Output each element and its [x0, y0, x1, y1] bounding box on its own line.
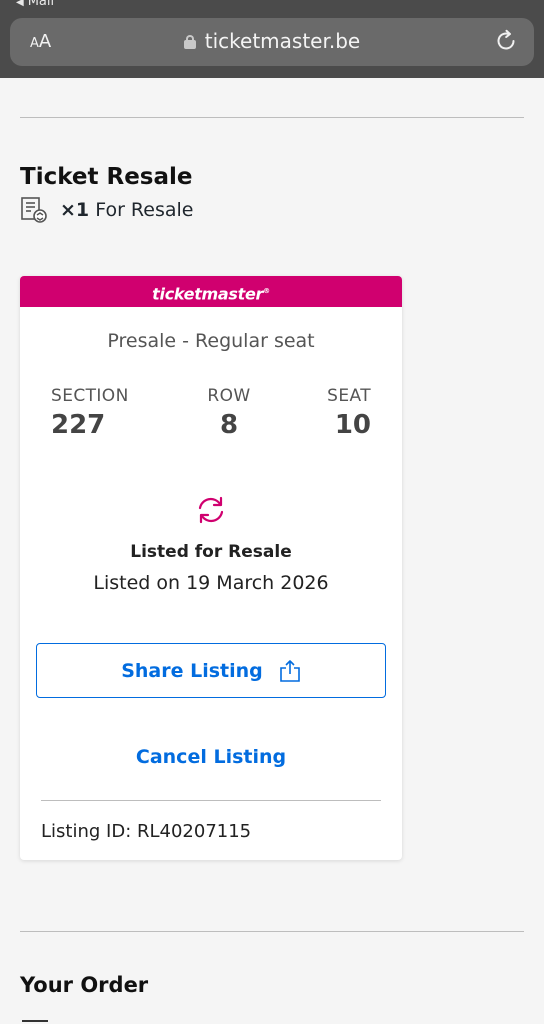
section-divider [20, 931, 524, 932]
url-text: ticketmaster.be [204, 29, 361, 53]
seat-label: SEAT [327, 386, 371, 406]
card-divider [41, 800, 381, 801]
listing-status: Listed for Resale [130, 542, 292, 562]
brand-logo: ticketmaster [152, 284, 264, 304]
share-icon [279, 659, 300, 682]
lock-icon [183, 35, 196, 49]
reload-icon[interactable] [494, 29, 518, 53]
resale-cycle-icon [198, 496, 224, 524]
resale-count-row: ×1 For Resale [20, 196, 193, 224]
ticket-resale-heading: Ticket Resale [20, 164, 193, 190]
seat-type: Presale - Regular seat [107, 330, 315, 352]
card-header: ticketmaster® [20, 276, 402, 307]
section-divider [20, 117, 524, 118]
section-value: 227 [51, 410, 106, 440]
section-label: SECTION [51, 386, 129, 406]
share-listing-button[interactable]: Share Listing [36, 643, 386, 698]
row-label: ROW [207, 386, 251, 406]
row-value: 8 [219, 410, 239, 440]
listing-id: Listing ID: RL40207115 [41, 821, 252, 842]
your-order-heading: Your Order [20, 973, 149, 997]
cancel-listing-link[interactable]: Cancel Listing [20, 746, 402, 768]
listed-date: Listed on 19 March 2026 [93, 572, 329, 594]
back-app-label: Mail [27, 0, 55, 9]
section-info: SECTION 227 [51, 386, 129, 440]
seat-value: 10 [334, 410, 371, 440]
back-to-app-link[interactable]: ◀ Mail [16, 0, 54, 9]
for-resale-label: For Resale [95, 199, 194, 221]
browser-toolbar: ◀ Mail AA ticketmaster.be [0, 0, 544, 78]
back-arrow-icon: ◀ [16, 0, 24, 8]
row-info: ROW 8 [196, 386, 262, 440]
ticket-card: ticketmaster® Presale - Regular seat SEC… [20, 276, 402, 860]
ticket-resale-icon [21, 197, 47, 223]
seat-info: SEAT 10 [327, 386, 371, 440]
share-listing-label: Share Listing [121, 659, 263, 682]
resale-count: ×1 [60, 199, 90, 221]
address-bar[interactable]: AA ticketmaster.be [10, 18, 534, 66]
order-icon [22, 1020, 48, 1024]
